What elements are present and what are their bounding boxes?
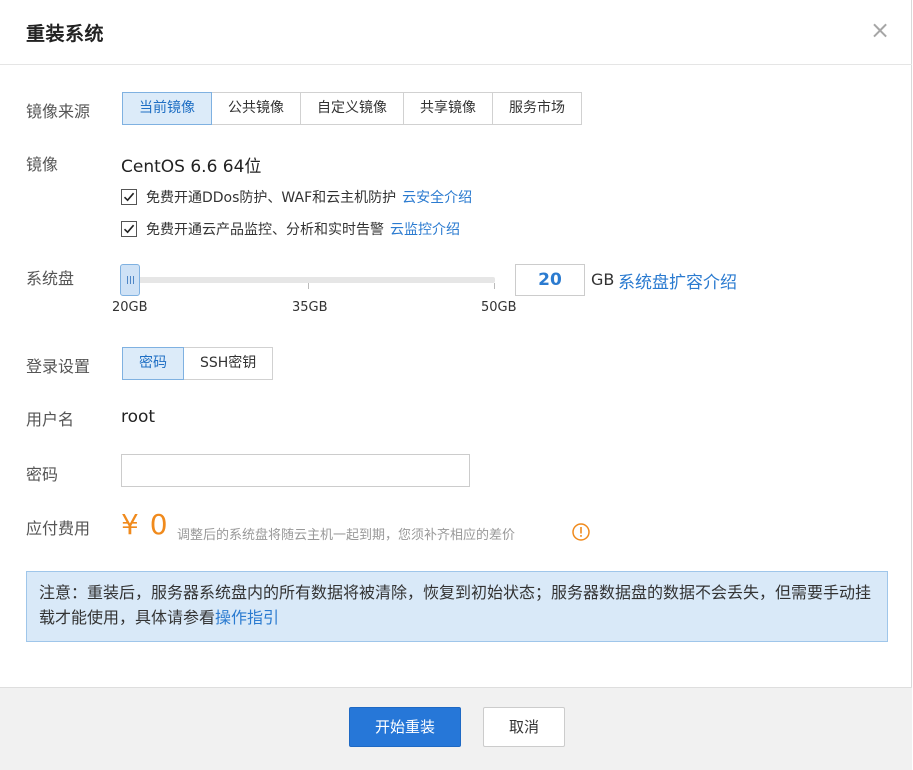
- password-input[interactable]: [121, 454, 470, 487]
- check-icon: [123, 224, 135, 234]
- monitor-option-text: 免费开通云产品监控、分析和实时告警: [146, 222, 384, 238]
- grip-icon: [126, 276, 134, 284]
- dialog-header: 重装系统 ×: [0, 0, 912, 65]
- cloud-monitor-link[interactable]: 云监控介绍: [390, 219, 460, 239]
- tab-public-image[interactable]: 公共镜像: [212, 92, 301, 125]
- system-disk-label: 系统盘: [26, 269, 75, 288]
- image-name: CentOS 6.6 64位: [121, 157, 262, 177]
- info-icon[interactable]: [572, 523, 590, 541]
- login-tabs: 密码 SSH密钥: [122, 347, 274, 380]
- slider-label-max: 50GB: [481, 300, 517, 315]
- tab-service-market[interactable]: 服务市场: [493, 92, 582, 125]
- cancel-button[interactable]: 取消: [483, 707, 565, 747]
- tab-custom-image[interactable]: 自定义镜像: [301, 92, 404, 125]
- tab-ssh-key[interactable]: SSH密钥: [184, 347, 274, 380]
- ddos-option-text: 免费开通DDos防护、WAF和云主机防护: [146, 190, 397, 206]
- monitor-option-row: 免费开通云产品监控、分析和实时告警 云监控介绍: [121, 219, 460, 239]
- reinstall-dialog: 重装系统 × 镜像来源 当前镜像 公共镜像 自定义镜像 共享镜像 服务市场 镜像…: [0, 0, 912, 770]
- cloud-security-link[interactable]: 云安全介绍: [402, 187, 472, 207]
- username-value: root: [121, 407, 156, 427]
- tab-shared-image[interactable]: 共享镜像: [404, 92, 493, 125]
- ddos-option-row: 免费开通DDos防护、WAF和云主机防护 云安全介绍: [121, 187, 472, 207]
- password-label: 密码: [26, 465, 59, 484]
- ddos-checkbox[interactable]: [121, 189, 137, 205]
- login-settings-label: 登录设置: [26, 357, 91, 376]
- fee-note: 调整后的系统盘将随云主机一起到期，您须补齐相应的差价: [177, 528, 516, 543]
- dialog-title: 重装系统: [26, 23, 105, 45]
- tab-password[interactable]: 密码: [122, 347, 184, 380]
- operation-guide-link[interactable]: 操作指引: [215, 608, 279, 627]
- disk-slider-handle[interactable]: [120, 264, 140, 296]
- monitor-checkbox[interactable]: [121, 221, 137, 237]
- slider-tick: [494, 283, 495, 289]
- username-label: 用户名: [26, 410, 75, 429]
- image-source-label: 镜像来源: [26, 102, 91, 121]
- tab-current-image[interactable]: 当前镜像: [122, 92, 212, 125]
- disk-expand-link[interactable]: 系统盘扩容介绍: [618, 268, 737, 293]
- fee-label: 应付费用: [26, 519, 91, 538]
- fee-amount: ¥ 0: [121, 508, 169, 541]
- disk-slider-ticks: [122, 283, 495, 289]
- disk-unit: GB: [591, 270, 615, 289]
- image-label: 镜像: [26, 155, 59, 174]
- check-icon: [123, 192, 135, 202]
- notice-box: 注意：重装后，服务器系统盘内的所有数据将被清除，恢复到初始状态；服务器数据盘的数…: [26, 571, 888, 642]
- close-icon[interactable]: ×: [868, 18, 892, 42]
- slider-label-mid: 35GB: [292, 300, 328, 315]
- dialog-footer: 开始重装 取消: [0, 687, 912, 770]
- slider-label-min: 20GB: [112, 300, 148, 315]
- disk-size-input[interactable]: 20: [515, 264, 585, 296]
- slider-tick: [308, 283, 309, 289]
- image-source-tabs: 当前镜像 公共镜像 自定义镜像 共享镜像 服务市场: [122, 92, 582, 125]
- notice-text: 注意：重装后，服务器系统盘内的所有数据将被清除，恢复到初始状态；服务器数据盘的数…: [39, 583, 872, 627]
- start-reinstall-button[interactable]: 开始重装: [349, 707, 461, 747]
